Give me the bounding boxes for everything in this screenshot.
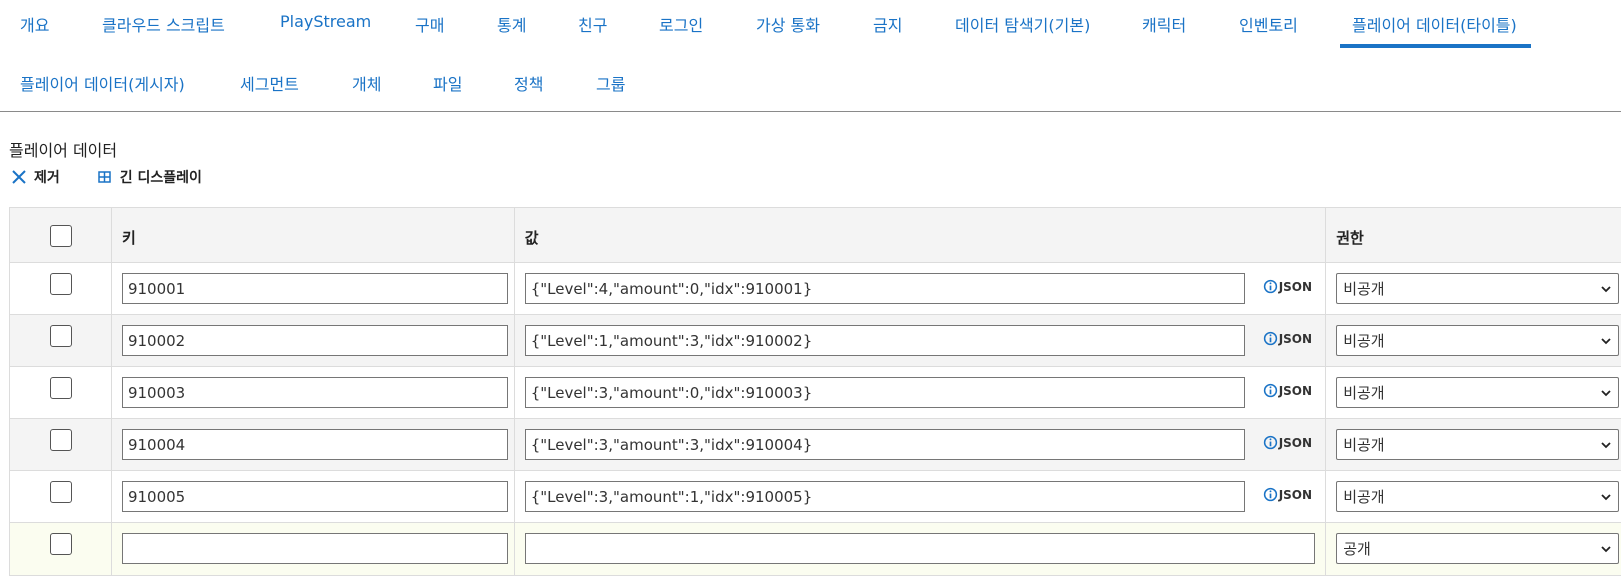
- tab-characters[interactable]: 캐릭터: [1142, 12, 1186, 36]
- row-checkbox[interactable]: [50, 533, 72, 555]
- tab-files[interactable]: 파일: [433, 71, 462, 95]
- json-button[interactable]: JSON: [1263, 331, 1312, 346]
- row-checkbox[interactable]: [50, 429, 72, 451]
- tab-virtual-currency[interactable]: 가상 통화: [756, 12, 820, 36]
- toolbar: 제거 긴 디스플레이: [10, 167, 202, 187]
- value-input[interactable]: [524, 481, 1245, 512]
- header-check-cell: [10, 208, 112, 262]
- chevron-down-icon: [1601, 493, 1611, 500]
- chevron-down-icon: [1601, 545, 1611, 552]
- permission-value: 비공개: [1343, 384, 1385, 402]
- json-label: JSON: [1278, 383, 1313, 398]
- key-input[interactable]: [121, 325, 508, 356]
- permission-value: 비공개: [1343, 488, 1385, 506]
- value-input[interactable]: [524, 273, 1245, 304]
- tab-friends[interactable]: 친구: [578, 12, 607, 36]
- chevron-down-icon: [1601, 389, 1611, 396]
- section-title: 플레이어 데이터: [9, 141, 118, 160]
- row-checkbox[interactable]: [50, 325, 72, 347]
- tab-row-1: 개요 클라우드 스크립트 PlayStream 구매 통계 친구 로그인 가상 …: [0, 0, 1621, 48]
- tab-objects[interactable]: 개체: [352, 71, 381, 95]
- grid-icon: [98, 171, 111, 183]
- tab-segments[interactable]: 세그먼트: [240, 71, 299, 95]
- value-input[interactable]: [524, 377, 1245, 408]
- permission-select[interactable]: 비공개: [1336, 481, 1620, 512]
- chevron-down-icon: [1601, 337, 1611, 344]
- key-input[interactable]: [121, 481, 508, 512]
- column-header-value: 값: [524, 229, 539, 247]
- value-input[interactable]: [524, 325, 1245, 356]
- info-circle-icon: [1263, 331, 1277, 346]
- new-value-input[interactable]: [524, 533, 1315, 564]
- column-header-key: 키: [121, 229, 136, 247]
- row-checkbox[interactable]: [50, 377, 72, 399]
- player-data-table: 키 값 권한 JSON 비공개: [9, 207, 1621, 576]
- new-permission-select[interactable]: 공개: [1336, 533, 1620, 564]
- header-key-cell: 키: [112, 208, 515, 262]
- tab-data-explorer[interactable]: 데이터 탐색기(기본): [955, 12, 1090, 36]
- tab-purchases[interactable]: 구매: [415, 12, 444, 36]
- json-button[interactable]: JSON: [1263, 435, 1312, 450]
- permission-select[interactable]: 비공개: [1336, 377, 1620, 408]
- table-row: JSON 비공개: [10, 315, 1621, 367]
- json-button[interactable]: JSON: [1263, 383, 1312, 398]
- new-key-input[interactable]: [121, 533, 508, 564]
- tab-playstream[interactable]: PlayStream: [280, 12, 371, 31]
- tab-policy[interactable]: 정책: [514, 71, 543, 95]
- json-button[interactable]: JSON: [1263, 487, 1312, 502]
- tab-row-2: 플레이어 데이터(게시자) 세그먼트 개체 파일 정책 그룹: [0, 62, 1621, 108]
- permission-select[interactable]: 비공개: [1336, 325, 1620, 356]
- remove-label: 제거: [34, 170, 60, 186]
- active-tab-indicator: [1340, 44, 1531, 48]
- table-row: JSON 비공개: [10, 263, 1621, 315]
- table-row: JSON 비공개: [10, 419, 1621, 471]
- remove-button[interactable]: 제거: [10, 167, 60, 187]
- permission-select[interactable]: 비공개: [1336, 429, 1620, 460]
- header-permission-cell: 권한: [1326, 208, 1621, 262]
- info-circle-icon: [1263, 487, 1277, 502]
- value-input[interactable]: [524, 429, 1245, 460]
- select-all-checkbox[interactable]: [50, 225, 72, 247]
- json-label: JSON: [1278, 435, 1313, 450]
- table-header: 키 값 권한: [10, 208, 1621, 263]
- json-label: JSON: [1278, 331, 1313, 346]
- table-row: JSON 비공개: [10, 471, 1621, 523]
- tab-overview[interactable]: 개요: [20, 12, 49, 36]
- tab-inventory[interactable]: 인벤토리: [1239, 12, 1298, 36]
- permission-value: 비공개: [1343, 280, 1385, 298]
- tab-cloud-script[interactable]: 클라우드 스크립트: [102, 12, 225, 36]
- json-button[interactable]: JSON: [1263, 279, 1312, 294]
- json-label: JSON: [1278, 279, 1313, 294]
- tab-bar: 개요 클라우드 스크립트 PlayStream 구매 통계 친구 로그인 가상 …: [0, 0, 1621, 112]
- permission-select[interactable]: 비공개: [1336, 273, 1620, 304]
- key-input[interactable]: [121, 429, 508, 460]
- long-display-button[interactable]: 긴 디스플레이: [96, 167, 202, 187]
- long-display-label: 긴 디스플레이: [119, 170, 202, 186]
- chevron-down-icon: [1601, 441, 1611, 448]
- close-icon: [12, 170, 26, 184]
- tab-player-data-title[interactable]: 플레이어 데이터(타이틀): [1352, 12, 1517, 36]
- info-circle-icon: [1263, 435, 1277, 450]
- key-input[interactable]: [121, 273, 508, 304]
- row-checkbox[interactable]: [50, 481, 72, 503]
- new-entry-row: 공개: [10, 523, 1621, 575]
- tab-player-data-publisher[interactable]: 플레이어 데이터(게시자): [20, 71, 185, 95]
- tab-groups[interactable]: 그룹: [596, 71, 625, 95]
- row-checkbox[interactable]: [50, 273, 72, 295]
- permission-value: 비공개: [1343, 332, 1385, 350]
- tab-statistics[interactable]: 통계: [497, 12, 526, 36]
- column-header-permission: 권한: [1336, 229, 1364, 247]
- tab-bans[interactable]: 금지: [873, 12, 902, 36]
- json-label: JSON: [1278, 487, 1313, 502]
- header-value-cell: 값: [515, 208, 1327, 262]
- chevron-down-icon: [1601, 285, 1611, 292]
- info-circle-icon: [1263, 383, 1277, 398]
- tab-logins[interactable]: 로그인: [659, 12, 703, 36]
- info-circle-icon: [1263, 279, 1277, 294]
- key-input[interactable]: [121, 377, 508, 408]
- permission-value: 비공개: [1343, 436, 1385, 454]
- table-row: JSON 비공개: [10, 367, 1621, 419]
- permission-value: 공개: [1343, 540, 1371, 558]
